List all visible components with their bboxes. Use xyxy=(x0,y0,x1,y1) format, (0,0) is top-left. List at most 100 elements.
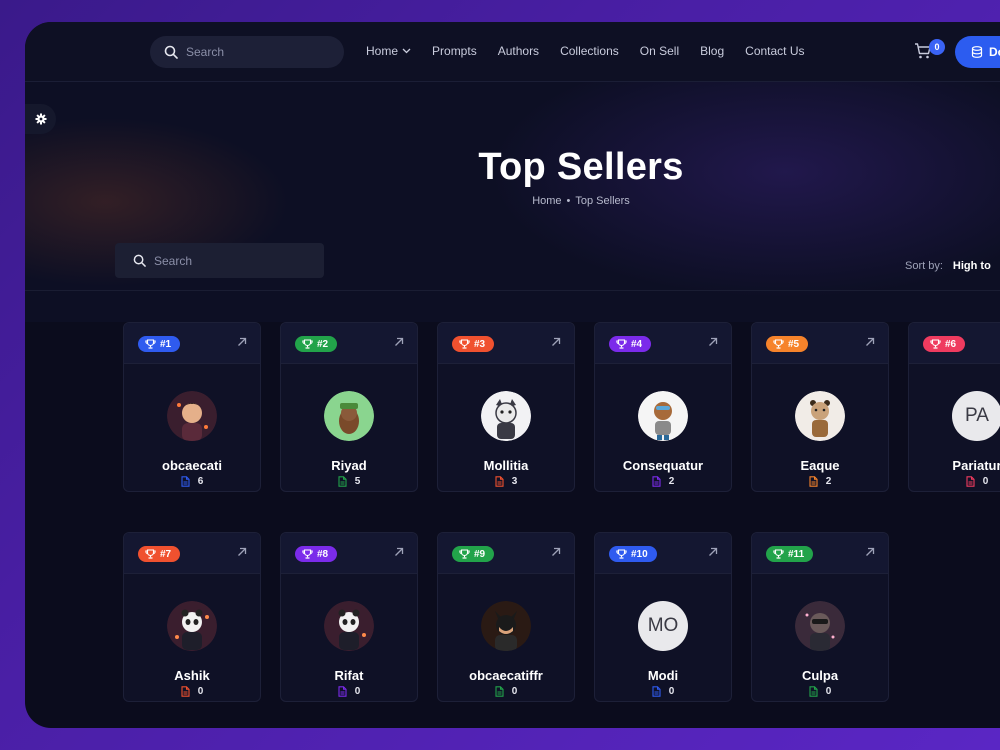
nav-item-collections[interactable]: Collections xyxy=(560,44,619,58)
prompt-count-value: 0 xyxy=(982,476,989,487)
avatar[interactable] xyxy=(795,391,845,441)
avatar[interactable] xyxy=(481,391,531,441)
rank-label: #7 xyxy=(160,548,172,560)
document-icon xyxy=(495,686,504,697)
avatar[interactable]: PA xyxy=(952,391,1000,441)
arrow-up-right-icon[interactable] xyxy=(393,546,405,558)
seller-card[interactable]: #5 Eaque 2 xyxy=(751,322,889,492)
seller-name[interactable]: obcaecatiffr xyxy=(438,668,574,683)
arrow-up-right-icon[interactable] xyxy=(707,546,719,558)
seller-card[interactable]: #8 Rifat 0 xyxy=(280,532,418,702)
rank-badge: #11 xyxy=(766,546,814,562)
rank-label: #1 xyxy=(160,338,172,350)
prompt-count: 2 xyxy=(595,476,731,487)
nav-item-home[interactable]: Home xyxy=(366,44,411,58)
nav-item-authors[interactable]: Authors xyxy=(498,44,539,58)
divider xyxy=(25,290,1000,291)
rank-label: #11 xyxy=(788,548,805,560)
search-icon xyxy=(133,254,146,267)
sort-value[interactable]: High to xyxy=(953,260,991,272)
seller-name[interactable]: Culpa xyxy=(752,668,888,683)
prompt-count: 2 xyxy=(752,476,888,487)
avatar[interactable] xyxy=(795,601,845,651)
rank-label: #3 xyxy=(474,338,486,350)
nav-item-blog[interactable]: Blog xyxy=(700,44,724,58)
rank-badge: #1 xyxy=(138,336,181,352)
avatar[interactable] xyxy=(481,601,531,651)
avatar[interactable] xyxy=(324,391,374,441)
seller-card[interactable]: #2 Riyad 5 xyxy=(280,322,418,492)
seller-card[interactable]: #11 Culpa 0 xyxy=(751,532,889,702)
rank-badge: #9 xyxy=(452,546,495,562)
arrow-up-right-icon[interactable] xyxy=(864,546,876,558)
nav-item-contact-us[interactable]: Contact Us xyxy=(745,44,804,58)
seller-name[interactable]: Consequatur xyxy=(595,458,731,473)
seller-card[interactable]: #3 Mollitia 3 xyxy=(437,322,575,492)
seller-card[interactable]: #6 PA Pariatur 0 xyxy=(908,322,1000,492)
nav-item-on-sell[interactable]: On Sell xyxy=(640,44,679,58)
document-icon xyxy=(809,686,818,697)
avatar[interactable] xyxy=(167,391,217,441)
seller-name[interactable]: obcaecati xyxy=(124,458,260,473)
document-icon xyxy=(338,686,347,697)
document-icon xyxy=(652,476,661,487)
nav-search[interactable] xyxy=(150,36,344,68)
document-icon xyxy=(966,476,975,487)
prompt-count: 0 xyxy=(124,686,260,697)
sort-control[interactable]: Sort by: High to xyxy=(905,260,991,272)
seller-name[interactable]: Modi xyxy=(595,668,731,683)
arrow-up-right-icon[interactable] xyxy=(550,546,562,558)
seller-card[interactable]: #10 MO Modi 0 xyxy=(594,532,732,702)
card-header: #11 xyxy=(752,533,888,574)
sort-label: Sort by: xyxy=(905,260,943,272)
nav-search-input[interactable] xyxy=(186,45,326,59)
rank-badge: #2 xyxy=(295,336,338,352)
arrow-up-right-icon[interactable] xyxy=(236,336,248,348)
avatar-image xyxy=(324,601,374,651)
nav-item-prompts[interactable]: Prompts xyxy=(432,44,477,58)
seller-name[interactable]: Eaque xyxy=(752,458,888,473)
seller-name[interactable]: Mollitia xyxy=(438,458,574,473)
arrow-up-right-icon[interactable] xyxy=(707,336,719,348)
seller-card[interactable]: #7 Ashik 0 xyxy=(123,532,261,702)
avatar[interactable] xyxy=(638,391,688,441)
avatar[interactable] xyxy=(324,601,374,651)
rank-badge: #7 xyxy=(138,546,181,562)
search-icon xyxy=(164,45,178,59)
top-navigation: Home Prompts Authors Collections On Sell… xyxy=(25,22,1000,82)
rank-badge: #8 xyxy=(295,546,338,562)
cart-button[interactable]: 0 xyxy=(914,39,945,64)
breadcrumb-home[interactable]: Home xyxy=(532,195,561,207)
seller-name[interactable]: Pariatur xyxy=(909,458,1000,473)
avatar[interactable] xyxy=(167,601,217,651)
avatar-image xyxy=(167,601,217,651)
cta-label: Do xyxy=(989,45,1000,59)
arrow-up-right-icon[interactable] xyxy=(236,546,248,558)
prompt-count: 0 xyxy=(438,686,574,697)
database-icon xyxy=(971,46,983,58)
settings-toggle[interactable] xyxy=(25,104,56,134)
seller-name[interactable]: Ashik xyxy=(124,668,260,683)
seller-card[interactable]: #4 Consequatur 2 xyxy=(594,322,732,492)
cta-button[interactable]: Do xyxy=(955,36,1000,68)
avatar[interactable]: MO xyxy=(638,601,688,651)
seller-name[interactable]: Riyad xyxy=(281,458,417,473)
arrow-up-right-icon[interactable] xyxy=(550,336,562,348)
rank-label: #5 xyxy=(788,338,800,350)
trophy-icon xyxy=(773,339,784,349)
document-icon xyxy=(809,476,818,487)
seller-name[interactable]: Rifat xyxy=(281,668,417,683)
seller-search-input[interactable] xyxy=(154,253,294,268)
rank-label: #2 xyxy=(317,338,329,350)
rank-label: #8 xyxy=(317,548,329,560)
prompt-count-value: 3 xyxy=(511,476,518,487)
arrow-up-right-icon[interactable] xyxy=(393,336,405,348)
prompt-count-value: 0 xyxy=(511,686,518,697)
prompt-count: 3 xyxy=(438,476,574,487)
arrow-up-right-icon[interactable] xyxy=(864,336,876,348)
seller-card[interactable]: #1 obcaecati 6 xyxy=(123,322,261,492)
trophy-icon xyxy=(616,339,627,349)
prompt-count: 0 xyxy=(281,686,417,697)
seller-search[interactable] xyxy=(115,243,324,278)
seller-card[interactable]: #9 obcaecatiffr 0 xyxy=(437,532,575,702)
